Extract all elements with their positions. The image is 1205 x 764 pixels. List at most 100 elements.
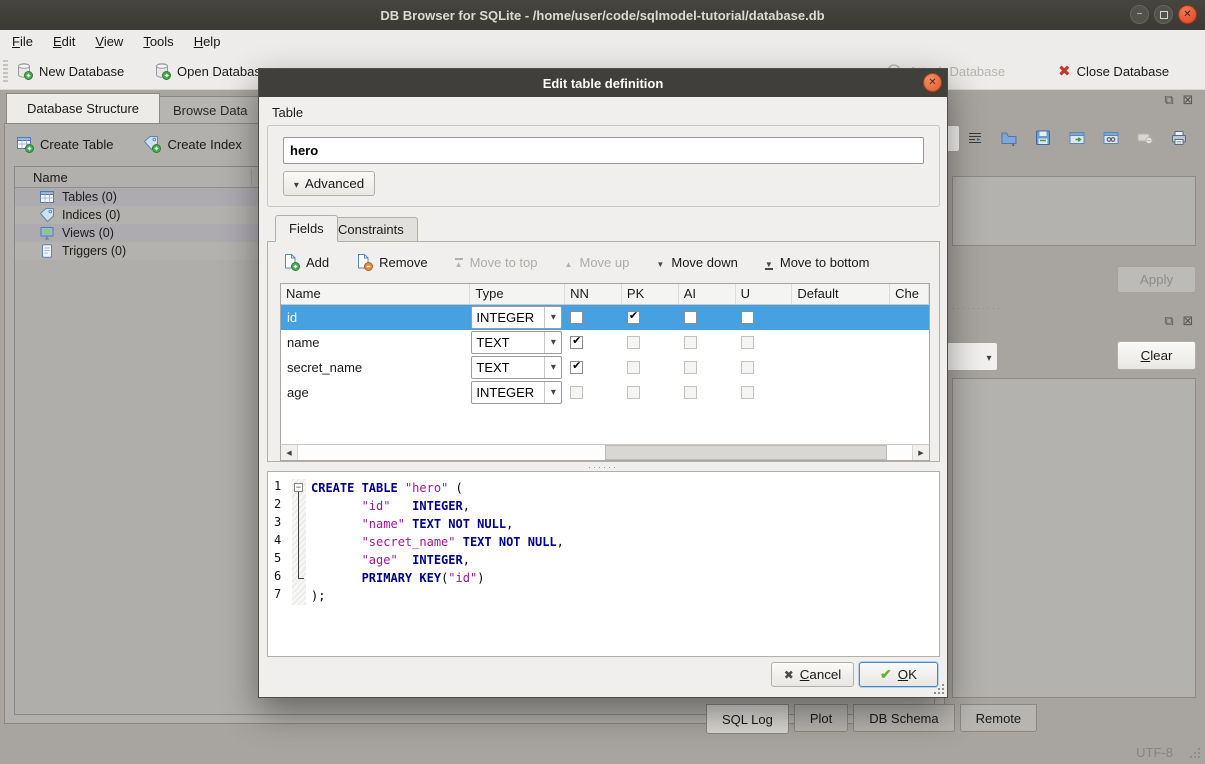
pk-checkbox[interactable] (627, 336, 640, 349)
cancel-button[interactable]: Cancel (771, 662, 854, 687)
create-table-button[interactable]: Create Table (10, 132, 119, 156)
pk-checkbox[interactable] (627, 386, 640, 399)
add-button[interactable]: Add (282, 253, 329, 271)
float-dock-icon[interactable] (1162, 313, 1176, 329)
import-button[interactable] (996, 125, 1021, 151)
u-checkbox[interactable] (741, 311, 754, 324)
ai-checkbox[interactable] (684, 311, 697, 324)
check-cell[interactable] (890, 330, 929, 355)
move-up-button: Move up (564, 255, 630, 270)
float-dock-icon[interactable] (1162, 92, 1176, 108)
nn-checkbox[interactable] (570, 361, 583, 374)
tab-plot[interactable]: Plot (794, 704, 848, 732)
print-button[interactable] (1166, 125, 1191, 151)
nn-checkbox[interactable] (570, 311, 583, 324)
tab-constraints[interactable]: Constraints (324, 217, 418, 242)
column-header-che[interactable]: Che (890, 284, 929, 304)
column-header-name[interactable]: Name (281, 284, 470, 304)
u-checkbox[interactable] (741, 386, 754, 399)
tab-db-schema[interactable]: DB Schema (853, 704, 954, 732)
check-cell[interactable] (890, 380, 929, 405)
menu-view[interactable]: View (85, 32, 133, 51)
pk-checkbox[interactable] (627, 361, 640, 374)
pk-checkbox[interactable] (627, 311, 640, 324)
field-name-cell[interactable]: secret_name (281, 355, 470, 380)
tab-fields[interactable]: Fields (275, 215, 338, 242)
close-dock-icon[interactable] (1181, 313, 1195, 329)
table-name-input[interactable] (283, 137, 924, 164)
menu-file[interactable]: File (2, 32, 43, 51)
check-cell[interactable] (890, 355, 929, 380)
ok-button[interactable]: OK (859, 662, 938, 687)
fields-grid-hscrollbar[interactable]: ◀ ▶ (280, 444, 930, 461)
column-header-u[interactable]: U (736, 284, 793, 304)
export-button[interactable] (1030, 125, 1055, 151)
u-checkbox[interactable] (741, 361, 754, 374)
create-index-button[interactable]: Create Index (137, 132, 247, 156)
column-header-default[interactable]: Default (792, 284, 890, 304)
close-database-button[interactable]: Close Database (1053, 57, 1174, 85)
scroll-left-icon[interactable]: ◀ (281, 445, 298, 460)
window-titlebar[interactable]: DB Browser for SQLite - /home/user/code/… (0, 0, 1205, 31)
field-type-combo[interactable]: TEXT (471, 356, 562, 379)
close-window-icon[interactable] (1178, 5, 1197, 24)
text-edit-mode-button[interactable] (962, 125, 987, 151)
new-database-button[interactable]: New Database (10, 57, 129, 85)
clear-log-button[interactable]: Clear (1117, 341, 1196, 370)
open-database-button[interactable]: Open Database (148, 57, 273, 85)
dock-splitter-handle[interactable]: ·········· (952, 303, 1002, 313)
column-header-nn[interactable]: NN (565, 284, 622, 304)
field-row-name[interactable]: nameTEXT (281, 330, 929, 355)
default-cell[interactable] (792, 380, 890, 405)
field-name-cell[interactable]: name (281, 330, 470, 355)
open-in-window-button[interactable] (1064, 125, 1089, 151)
field-row-secret_name[interactable]: secret_nameTEXT (281, 355, 929, 380)
maximize-icon[interactable] (1154, 5, 1173, 24)
menu-edit[interactable]: Edit (43, 32, 85, 51)
field-row-id[interactable]: idINTEGER (281, 305, 929, 330)
tab-database-structure[interactable]: Database Structure (6, 93, 160, 123)
field-name-cell[interactable]: age (281, 380, 470, 405)
nn-checkbox[interactable] (570, 336, 583, 349)
field-row-age[interactable]: ageINTEGER (281, 380, 929, 405)
scroll-right-icon[interactable]: ▶ (912, 445, 929, 460)
edit-cell-mode-combo-partial[interactable] (948, 125, 960, 152)
field-type-combo[interactable]: INTEGER (471, 306, 562, 329)
tab-remote[interactable]: Remote (960, 704, 1038, 732)
field-type-combo[interactable]: INTEGER (471, 381, 562, 404)
default-cell[interactable] (792, 355, 890, 380)
menu-help[interactable]: Help (184, 32, 231, 51)
menu-tools[interactable]: Tools (133, 32, 183, 51)
check-cell[interactable] (890, 305, 929, 330)
remove-button[interactable]: Remove (355, 253, 427, 271)
column-header-ai[interactable]: AI (679, 284, 736, 304)
column-header-type[interactable]: Type (470, 284, 565, 304)
dialog-titlebar[interactable]: Edit table definition (259, 69, 947, 97)
dialog-resize-grip[interactable] (931, 681, 945, 695)
close-dock-icon[interactable] (1181, 92, 1195, 108)
ai-checkbox[interactable] (684, 361, 697, 374)
link-button[interactable] (1098, 125, 1123, 151)
set-null-button[interactable] (1132, 125, 1157, 151)
toolbar-drag-handle[interactable] (3, 60, 8, 83)
dialog-close-icon[interactable] (923, 73, 942, 92)
tab-sql-log[interactable]: SQL Log (706, 704, 789, 734)
column-header-pk[interactable]: PK (622, 284, 679, 304)
move-to-bottom-button[interactable]: Move to bottom (764, 255, 870, 270)
default-cell[interactable] (792, 305, 890, 330)
u-checkbox[interactable] (741, 336, 754, 349)
fold-marker[interactable] (292, 479, 306, 497)
ai-checkbox[interactable] (684, 336, 697, 349)
window-resize-grip[interactable] (1187, 745, 1201, 759)
advanced-button[interactable]: Advanced (283, 171, 375, 196)
nn-checkbox[interactable] (570, 386, 583, 399)
field-type-combo[interactable]: TEXT (471, 331, 562, 354)
scrollbar-thumb[interactable] (605, 445, 887, 460)
tab-browse-data[interactable]: Browse Data (152, 96, 268, 123)
ai-checkbox[interactable] (684, 386, 697, 399)
move-down-button[interactable]: Move down (655, 255, 737, 270)
field-name-cell[interactable]: id (281, 305, 470, 330)
default-cell[interactable] (792, 330, 890, 355)
scrollbar-track[interactable] (298, 445, 912, 460)
minimize-icon[interactable] (1130, 5, 1149, 24)
